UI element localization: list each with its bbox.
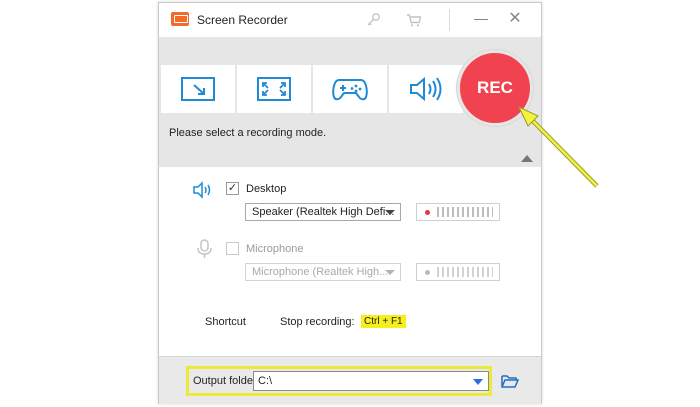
record-dot-icon	[425, 210, 430, 215]
desktop-speaker-icon	[193, 181, 211, 199]
fullscreen-capture-icon	[257, 77, 291, 101]
desktop-level-meter	[416, 203, 500, 221]
stop-hotkey[interactable]: Ctrl + F1	[361, 315, 406, 328]
desktop-device-select[interactable]: Speaker (Realtek High Defi...	[245, 203, 401, 221]
level-bars	[437, 267, 493, 277]
microphone-label: Microphone	[246, 243, 304, 255]
audio-mode-button[interactable]	[389, 65, 463, 113]
fullscreen-mode-button[interactable]	[237, 65, 311, 113]
cart-icon[interactable]	[403, 9, 425, 31]
region-mode-button[interactable]	[161, 65, 235, 113]
screen-recorder-window: Screen Recorder ✕ REC Please select a re…	[158, 2, 542, 404]
record-dot-icon	[425, 270, 430, 275]
microphone-level-meter	[416, 263, 500, 281]
recording-mode-panel: REC Please select a recording mode.	[159, 37, 541, 167]
chevron-down-icon	[385, 210, 395, 215]
desktop-label: Desktop	[246, 183, 287, 195]
output-folder-label: Output folder:	[193, 375, 260, 387]
title-bar: Screen Recorder ✕	[159, 3, 541, 37]
speaker-icon	[410, 76, 442, 102]
mode-hint-text: Please select a recording mode.	[169, 127, 327, 139]
chevron-down-icon	[473, 379, 483, 385]
rec-button[interactable]: REC	[457, 50, 533, 126]
chevron-down-icon	[385, 270, 395, 275]
open-folder-icon[interactable]	[501, 374, 519, 388]
window-title: Screen Recorder	[197, 13, 288, 27]
region-capture-icon	[181, 77, 215, 101]
collapse-arrow-icon[interactable]	[521, 155, 533, 162]
gamepad-icon	[332, 79, 368, 101]
shortcut-label: Shortcut	[205, 316, 246, 328]
app-logo-icon	[171, 12, 189, 26]
stop-recording-label: Stop recording:	[280, 316, 355, 328]
microphone-device-value: Microphone (Realtek High...	[252, 266, 389, 278]
desktop-device-value: Speaker (Realtek High Defi...	[252, 206, 395, 218]
close-button[interactable]: ✕	[507, 11, 523, 27]
titlebar-divider	[449, 9, 450, 31]
output-panel: Output folder: C:\	[159, 356, 541, 404]
output-folder-value: C:\	[258, 375, 273, 387]
key-icon[interactable]	[362, 9, 384, 31]
level-bars	[437, 207, 493, 217]
microphone-checkbox[interactable]	[226, 242, 239, 255]
microphone-icon	[197, 239, 212, 258]
desktop-checkbox[interactable]: ✓	[226, 182, 239, 195]
output-folder-select[interactable]: C:\	[253, 371, 489, 391]
microphone-device-select[interactable]: Microphone (Realtek High...	[245, 263, 401, 281]
minimize-button[interactable]	[474, 19, 488, 20]
game-mode-button[interactable]	[313, 65, 387, 113]
